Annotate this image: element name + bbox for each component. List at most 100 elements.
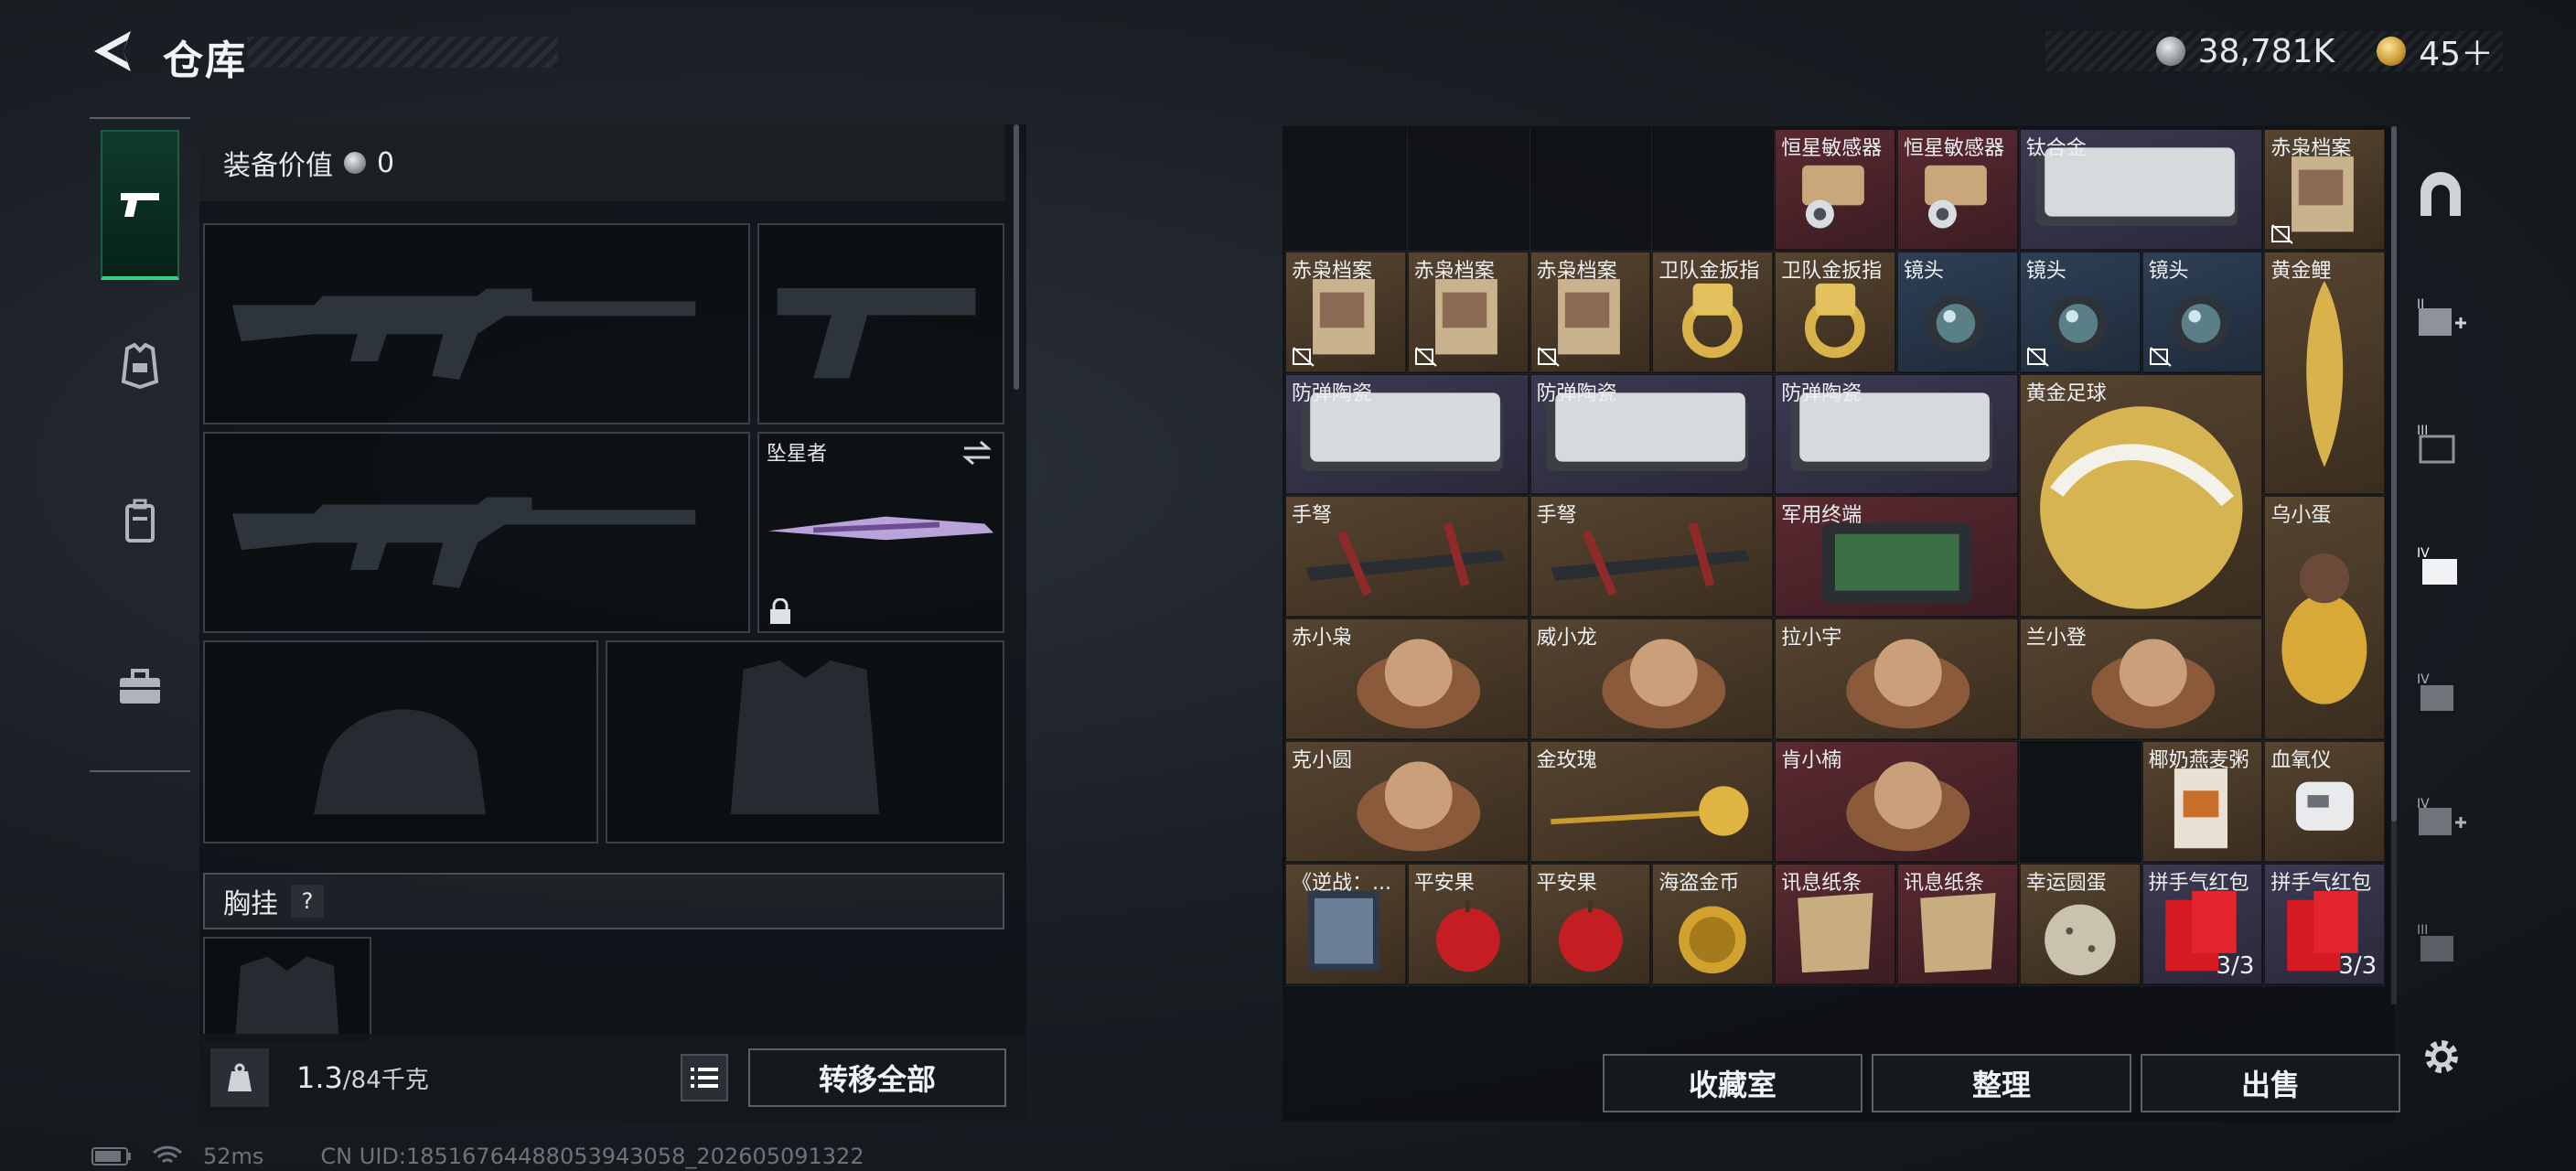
help-icon[interactable]: ? [291,885,324,918]
body-armor-slot[interactable] [606,640,1004,843]
stash-item[interactable]: 恒星敏感器 [1897,129,2018,250]
untradable-icon [2026,346,2049,367]
nav-toolbox-tab[interactable] [101,613,179,759]
nav-backpack-tab[interactable] [101,448,179,595]
melee-slot[interactable]: 坠星者 [757,432,1004,633]
stash-page-5-tab[interactable]: IV [2410,662,2472,725]
stash-item-name: 防弹陶瓷 [1536,381,1617,405]
stash-item[interactable]: 恒星敏感器 [1775,129,1895,250]
stash-page-4-tab-selected[interactable]: IV [2410,536,2472,598]
stash-item[interactable]: 拼手气红包 3/3 [2264,863,2386,984]
pistol-icon [121,193,159,217]
stash-item-name: 克小圆 [1292,749,1353,772]
svg-text:III: III [2417,923,2428,938]
stash-grid: 恒星敏感器 恒星敏感器 钛合金 赤枭档案 赤枭档案 赤枭档案 赤枭档案 卫队金扳指 卫队金扳指镜… [1284,128,2386,988]
stash-item-name: 镜头 [1904,259,1945,283]
untradable-icon [2271,224,2294,244]
stash-page-7-tab[interactable]: III [2410,913,2472,975]
stash-item[interactable]: 防弹陶瓷 [1285,373,1529,495]
stash-page-3-tab[interactable]: III [2410,414,2472,476]
stash-item[interactable]: 黄金鲤 [2264,251,2386,495]
chest-rig-header: 胸挂 ? [203,873,1004,929]
helmet-silhouette-icon [313,709,487,815]
stash-item[interactable]: 平安果 [1530,863,1651,984]
stash-item-name: 威小龙 [1536,627,1597,650]
stash-item-name: 赤枭档案 [2270,137,2352,160]
list-icon [691,1068,718,1088]
stash-item[interactable]: 血氧仪 [2264,741,2386,862]
collection-room-button[interactable]: 收藏室 [1603,1054,1862,1112]
nav-armor-tab[interactable] [101,293,179,439]
stash-item[interactable]: 赤枭档案 [1530,251,1651,372]
transfer-all-button[interactable]: 转移全部 [748,1048,1006,1107]
stash-item[interactable]: 防弹陶瓷 [1530,373,1774,495]
primary-weapon-slot-2[interactable] [203,432,750,633]
loadout-panel: 装备价值 0 坠星者 胸挂 ? 1.3/84千克 转移全部 [199,124,1026,1122]
stash-item[interactable]: 椰奶燕麦粥 [2141,741,2263,862]
stash-item[interactable]: 讯息纸条 [1897,863,2018,984]
stash-item[interactable]: 镜头 [2141,251,2263,372]
stash-page-6-tab[interactable]: IV [2410,787,2472,849]
stash-item[interactable]: 金玫瑰 [1530,741,1774,862]
stash-item[interactable]: 拼手气红包 3/3 [2141,863,2263,984]
back-button[interactable] [87,24,142,79]
stash-item[interactable]: 钛合金 [2019,129,2263,250]
stash-item[interactable]: 平安果 [1407,863,1529,984]
stash-item-name: 金玫瑰 [1536,749,1597,772]
stash-scrollbar[interactable] [2391,126,2397,822]
stash-item-name: 拼手气红包 [2270,871,2372,895]
stash-item[interactable]: 赤枭档案 [1407,251,1529,372]
stash-item[interactable]: 手弩 [1285,496,1529,618]
sell-button[interactable]: 出售 [2141,1054,2400,1112]
toolbox-icon [120,669,160,704]
swap-icon[interactable] [961,439,993,467]
stash-item[interactable]: 肯小楠 [1775,741,2018,862]
stash-item[interactable]: 镜头 [2019,251,2141,372]
helmet-slot[interactable] [203,640,598,843]
stash-item[interactable]: 讯息纸条 [1775,863,1895,984]
stash-item[interactable]: 手弩 [1530,496,1774,618]
stash-item[interactable]: 赤枭档案 [1285,251,1406,372]
list-view-button[interactable] [681,1054,728,1101]
svg-text:III: III [2417,424,2428,438]
stash-item[interactable]: 《逆战：... [1285,863,1406,984]
folder-icon: III [2417,424,2455,464]
stash-item[interactable]: 拉小宇 [1775,618,2018,739]
stash-item-name: 军用终端 [1781,504,1862,528]
page-title: 仓库 [163,38,247,84]
stash-item[interactable]: 赤枭档案 [2264,129,2386,250]
stash-overview-tab[interactable] [2410,163,2472,225]
ping-readout: 52ms [203,1144,264,1169]
stash-item[interactable]: 卫队金扳指 [1775,251,1895,372]
stash-item-name: 镜头 [2148,259,2189,283]
stash-item-name: 海盗金币 [1658,871,1740,895]
stash-item[interactable]: 海盗金币 [1652,863,1774,984]
stash-item[interactable]: 防弹陶瓷 [1775,373,2018,495]
loadout-scrollbar[interactable] [1014,124,1019,390]
settings-button[interactable] [2419,1034,2464,1083]
equipment-value-label: 装备价值 [223,150,333,182]
primary-weapon-slot-1[interactable] [203,223,750,424]
stash-item[interactable]: 幸运圆蛋 [2019,863,2141,984]
sidearm-slot[interactable] [757,223,1004,424]
stash-item[interactable]: 镜头 [1897,251,2018,372]
stash-item[interactable]: 威小龙 [1530,618,1774,739]
chest-rig-slot[interactable] [203,937,371,1047]
stash-item[interactable]: 卫队金扳指 [1652,251,1774,372]
untradable-icon [1414,346,1437,367]
uid-readout: CN UID:1851676448805394305​8_20260509132… [320,1144,864,1169]
stash-item[interactable]: 军用终端 [1775,496,2018,618]
sort-button[interactable]: 整理 [1872,1054,2131,1112]
silver-currency-amount: 38,781K [2197,32,2335,70]
stash-item-name: 乌小蛋 [2270,504,2332,528]
stash-item-name: 拉小宇 [1781,627,1842,650]
stash-item[interactable]: 黄金足球 [2019,373,2263,618]
assault-rifle-silhouette-icon [231,497,696,588]
stash-item[interactable]: 克小圆 [1285,741,1529,862]
stash-item[interactable]: 兰小登 [2019,618,2263,739]
stash-item[interactable]: 赤小枭 [1285,618,1529,739]
stash-page-2-tab[interactable]: II [2410,287,2472,349]
nav-weapons-tab[interactable] [101,130,179,280]
stash-item[interactable]: 乌小蛋 [2264,496,2386,739]
gold-currency-amount[interactable]: 45＋ [2419,27,2494,75]
